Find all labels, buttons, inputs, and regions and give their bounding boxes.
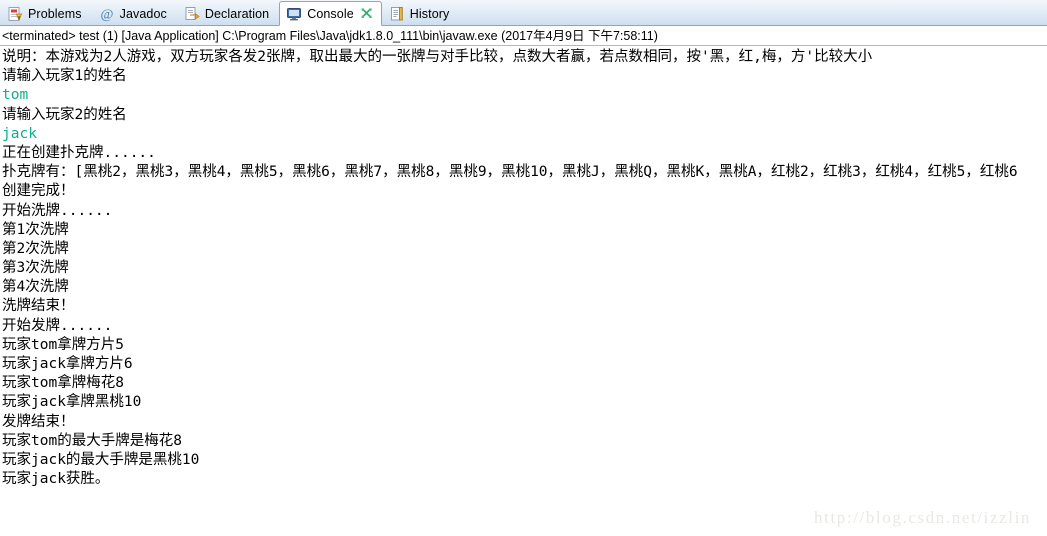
console-output-line: 玩家tom的最大手牌是梅花8 bbox=[2, 432, 182, 449]
console-output-line: 玩家jack的最大手牌是黑桃10 bbox=[2, 451, 200, 468]
watermark-url: http://blog.csdn.net/izzlin bbox=[814, 508, 1031, 527]
console-output-panel[interactable]: 说明：本游戏为2人游戏，双方玩家各发2张牌，取出最大的一张牌与对手比较，点数大者… bbox=[0, 46, 1047, 534]
tab-problems-label: Problems bbox=[28, 7, 82, 21]
tab-console[interactable]: Console bbox=[279, 1, 382, 26]
console-output-line: 请输入玩家2的姓名 bbox=[2, 106, 127, 123]
console-output-line: 第3次洗牌 bbox=[2, 260, 69, 277]
console-monitor-icon bbox=[286, 6, 302, 22]
declaration-icon bbox=[184, 6, 200, 22]
console-output-line: 正在创建扑克牌...... bbox=[2, 144, 156, 161]
console-output-line: 玩家jack拿牌方片6 bbox=[2, 356, 133, 372]
console-output-line: 第2次洗牌 bbox=[2, 240, 69, 257]
console-output-line: 发牌结束！ bbox=[2, 413, 75, 430]
tab-console-label: Console bbox=[307, 6, 354, 21]
console-output-line: 第1次洗牌 bbox=[2, 221, 69, 238]
terminated-process-line: <terminated> test (1) [Java Application]… bbox=[0, 26, 1047, 46]
console-input-line: tom bbox=[2, 87, 29, 104]
tab-javadoc-label: Javadoc bbox=[119, 7, 167, 21]
tab-problems[interactable]: Problems bbox=[0, 1, 92, 26]
svg-text:@: @ bbox=[100, 8, 113, 23]
console-output-line: 第4次洗牌 bbox=[2, 279, 69, 296]
console-output-line: 玩家jack获胜。 bbox=[2, 471, 110, 488]
console-output-line: 开始发牌...... bbox=[2, 317, 113, 334]
problems-warning-icon bbox=[7, 6, 23, 22]
console-output-line: 说明：本游戏为2人游戏，双方玩家各发2张牌，取出最大的一张牌与对手比较，点数大者… bbox=[2, 49, 873, 65]
javadoc-at-icon: @ bbox=[99, 6, 115, 23]
console-output-line: 扑克牌有：[黑桃2，黑桃3，黑桃4，黑桃5，黑桃6，黑桃7，黑桃8，黑桃9，黑桃… bbox=[2, 164, 1018, 181]
console-output-line: 玩家jack拿牌黑桃10 bbox=[2, 394, 142, 411]
console-line-list: 说明：本游戏为2人游戏，双方玩家各发2张牌，取出最大的一张牌与对手比较，点数大者… bbox=[2, 48, 1047, 489]
console-output-line: 创建完成！ bbox=[2, 183, 75, 200]
tab-declaration[interactable]: Declaration bbox=[177, 1, 279, 26]
tab-history[interactable]: History bbox=[382, 1, 460, 26]
console-output-line: 玩家tom拿牌方片5 bbox=[2, 336, 124, 353]
view-tab-bar: Problems @ Javadoc Declaration Console H… bbox=[0, 0, 1047, 26]
close-x-icon[interactable] bbox=[361, 8, 372, 19]
history-document-icon bbox=[389, 6, 405, 22]
tab-history-label: History bbox=[409, 7, 450, 21]
console-output-line: 洗牌结束！ bbox=[2, 298, 75, 315]
tab-javadoc[interactable]: @ Javadoc bbox=[92, 1, 177, 26]
console-input-line: jack bbox=[2, 125, 37, 142]
console-output-line: 请输入玩家1的姓名 bbox=[2, 68, 127, 85]
tab-declaration-label: Declaration bbox=[204, 7, 270, 21]
console-output-line: 开始洗牌...... bbox=[2, 202, 113, 219]
console-output-line: 玩家tom拿牌梅花8 bbox=[2, 375, 124, 392]
